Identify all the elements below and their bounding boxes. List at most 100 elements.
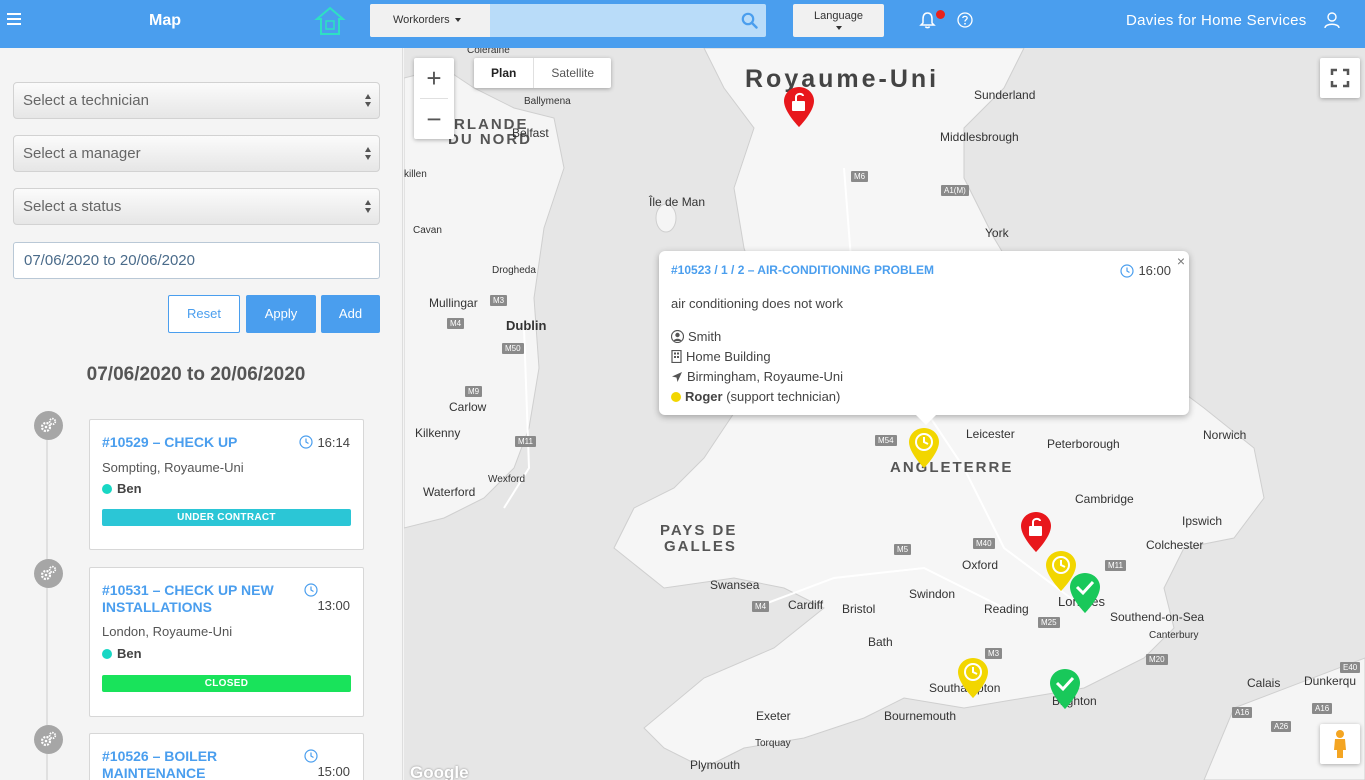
map-type-plan-button[interactable]: Plan [474, 58, 535, 88]
map-label-region: GALLES [664, 538, 737, 555]
map-type-satellite-button[interactable]: Satellite [534, 58, 611, 88]
timeline-gears-icon [34, 411, 63, 440]
workorder-time: 13:00 [317, 598, 350, 613]
technician-name: Ben [117, 481, 142, 496]
map-label-city: Reading [984, 602, 1029, 616]
timeline-gears-icon [34, 725, 63, 754]
user-icon[interactable] [1323, 11, 1341, 29]
workorder-location: London, Royaume-Uni [102, 624, 233, 639]
road-shield: M4 [447, 318, 465, 329]
map-label-region: PAYS DE [660, 522, 738, 539]
notification-bell-icon[interactable] [919, 11, 936, 29]
clock-icon [304, 583, 318, 597]
map-label-city: Peterborough [1047, 437, 1120, 451]
status-select[interactable]: Select a status [13, 188, 380, 225]
manager-select[interactable]: Select a manager [13, 135, 380, 172]
map-label-city: Kilkenny [415, 426, 461, 440]
check-marker-icon[interactable] [1069, 572, 1101, 614]
select-arrows-icon [365, 200, 372, 214]
workorder-card[interactable]: #10531 – CHECK UP NEW INSTALLATIONS 13:0… [89, 567, 364, 717]
technician-color-dot [102, 484, 112, 494]
road-shield: M40 [973, 538, 995, 549]
road-shield: M11 [515, 436, 536, 447]
fullscreen-icon [1330, 68, 1350, 88]
workorder-card[interactable]: #10529 – CHECK UP 16:14 Sompting, Royaum… [89, 419, 364, 550]
workorder-card[interactable]: #10526 – BOILER MAINTENANCE 15:00 [89, 733, 364, 780]
map-label-city: Exeter [756, 709, 791, 723]
map-label-city: Bournemouth [884, 709, 957, 723]
page-title: Map [149, 12, 181, 29]
technician-name: Ben [117, 646, 142, 661]
search-type-dropdown[interactable]: Workorders [370, 4, 490, 37]
map-label-city: Swansea [710, 578, 760, 592]
help-icon[interactable] [957, 12, 973, 28]
search-input[interactable] [490, 4, 735, 37]
clock-marker-icon[interactable] [957, 657, 989, 699]
zoom-out-button[interactable]: − [414, 99, 454, 139]
map-label-city: York [985, 226, 1009, 240]
popup-title[interactable]: #10523 / 1 / 2 – AIR-CONDITIONING PROBLE… [671, 263, 934, 277]
clock-marker-icon[interactable] [908, 427, 940, 469]
technician-color-dot [671, 392, 681, 402]
workorder-location: Sompting, Royaume-Uni [102, 460, 244, 475]
add-button[interactable]: Add [321, 295, 380, 333]
map-label-city: Leicester [966, 427, 1015, 441]
popup-client-row: Smith [670, 329, 722, 344]
date-range-input[interactable] [13, 242, 380, 279]
home-logo-icon[interactable] [314, 5, 346, 37]
map-label-city: Swindon [909, 587, 956, 601]
select-arrows-icon [365, 94, 372, 108]
map-label-city: Canterbury [1149, 630, 1199, 641]
workorder-title[interactable]: #10531 – CHECK UP NEW INSTALLATIONS [102, 582, 302, 616]
popup-building: Home Building [686, 349, 771, 364]
google-logo: Google [410, 763, 469, 780]
street-view-button[interactable] [1320, 724, 1360, 764]
apply-button[interactable]: Apply [246, 295, 316, 333]
caret-down-icon [454, 18, 461, 23]
lock-open-marker-icon[interactable] [783, 86, 815, 128]
map-label-city: Île de Man [649, 195, 706, 209]
top-bar: Map Workorders Language Davies for Home … [0, 0, 1365, 48]
language-dropdown[interactable]: Language [793, 4, 884, 37]
map-label-city: killen [404, 169, 427, 180]
map-label-city: Cambridge [1075, 492, 1134, 506]
map-label-city: Colchester [1146, 538, 1204, 552]
check-marker-icon[interactable] [1049, 668, 1081, 710]
workorder-popup: × #10523 / 1 / 2 – AIR-CONDITIONING PROB… [659, 251, 1189, 425]
map-label-city: Torquay [755, 738, 791, 749]
reset-button[interactable]: Reset [168, 295, 240, 333]
notification-badge [936, 10, 945, 19]
workorder-time: 16:14 [317, 435, 350, 450]
workorder-technician: Ben [102, 481, 142, 496]
map-label-city: Cavan [413, 225, 442, 236]
technician-select[interactable]: Select a technician [13, 82, 380, 119]
workorder-title[interactable]: #10526 – BOILER MAINTENANCE [102, 748, 302, 780]
popup-client: Smith [688, 329, 722, 344]
road-shield: M11 [1105, 560, 1126, 571]
map[interactable]: Royaume-Uni RLANDE DU NORD ANGLETERRE PA… [404, 48, 1365, 780]
map-label-city: Bath [868, 635, 893, 649]
search-icon[interactable] [741, 12, 758, 29]
user-circle-icon [670, 329, 685, 344]
road-shield: M4 [752, 601, 770, 612]
hamburger-menu-icon[interactable] [7, 13, 21, 25]
map-label-city: Plymouth [690, 758, 741, 772]
workorder-title[interactable]: #10529 – CHECK UP [102, 434, 237, 451]
timeline-gears-icon [34, 559, 63, 588]
workorder-time: 15:00 [317, 764, 350, 779]
map-label-city: Middlesbrough [940, 130, 1019, 144]
zoom-in-button[interactable]: + [414, 58, 454, 98]
map-label-city: Belfast [512, 126, 549, 140]
fullscreen-button[interactable] [1320, 58, 1360, 98]
map-label-country: Royaume-Uni [745, 65, 940, 93]
map-label-city: Southend-on-Sea [1110, 610, 1205, 624]
map-label-city: Calais [1247, 676, 1281, 690]
map-label-city: Carlow [449, 400, 487, 414]
map-type-control: Plan Satellite [474, 58, 612, 88]
popup-location-row: Birmingham, Royaume-Uni [671, 369, 843, 384]
user-name[interactable]: Davies for Home Services [1126, 12, 1307, 29]
popup-technician-role: (support technician) [726, 389, 841, 404]
popup-close-button[interactable]: × [1177, 253, 1185, 269]
lock-open-marker-icon[interactable] [1020, 511, 1052, 553]
map-label-city: Mullingar [429, 296, 478, 310]
